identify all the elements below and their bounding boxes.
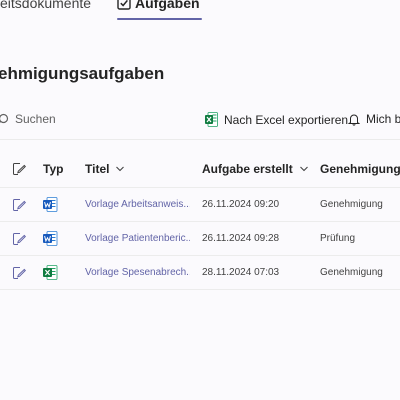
row-created: 28.11.2024 07:03 <box>202 267 280 278</box>
column-header-title-label: Titel <box>85 161 110 176</box>
chevron-down-icon <box>116 166 125 171</box>
file-type-cell <box>43 222 69 255</box>
row-created: 26.11.2024 09:28 <box>202 233 280 244</box>
page-title: ehmigungsaufgaben <box>0 64 165 83</box>
header-edit-cell <box>12 150 28 187</box>
row-title-link[interactable]: Vorlage Arbeitsanweis... <box>85 188 190 221</box>
table-row[interactable]: Vorlage Spesenabrech... 28.11.2024 07:03… <box>0 256 400 290</box>
row-title-link[interactable]: Vorlage Spesenabrech... <box>85 256 190 289</box>
row-approval-type: Genehmigung <box>320 267 383 278</box>
row-edit-button[interactable] <box>12 188 28 221</box>
tab-tasks[interactable]: Aufgaben <box>117 0 200 20</box>
column-header-created[interactable]: Aufgabe erstellt <box>202 150 310 187</box>
toolbar: Suchen Nach Excel exportieren Mich b <box>0 110 400 134</box>
column-header-created-label: Aufgabe erstellt <box>202 161 293 176</box>
chevron-down-icon <box>299 166 308 171</box>
excel-icon <box>205 112 218 127</box>
table-header-row: Typ Titel Aufgabe erstellt Genehmigungs. <box>0 150 400 188</box>
word-icon <box>43 197 58 212</box>
table-row[interactable]: Vorlage Patientenberic... 26.11.2024 09:… <box>0 222 400 256</box>
toolbar-divider <box>0 139 400 140</box>
export-excel-button[interactable]: Nach Excel exportieren <box>205 112 348 127</box>
search-box[interactable]: Suchen <box>0 112 56 126</box>
tasks-table: Typ Titel Aufgabe erstellt Genehmigungs. <box>0 150 400 290</box>
follow-label: Mich b <box>366 112 400 126</box>
bell-icon <box>348 114 360 126</box>
active-tab-indicator <box>117 18 202 20</box>
tab-documents[interactable]: eitsdokumente <box>0 0 91 11</box>
row-approval-type: Prüfung <box>320 233 356 244</box>
edit-icon <box>13 232 26 245</box>
file-type-cell <box>43 188 69 221</box>
file-type-cell <box>43 256 69 289</box>
row-edit-button[interactable] <box>12 256 28 289</box>
row-edit-button[interactable] <box>12 222 28 255</box>
row-approval-type: Genehmigung <box>320 199 383 210</box>
row-title-link[interactable]: Vorlage Patientenberic... <box>85 222 190 255</box>
row-created: 26.11.2024 09:20 <box>202 199 280 210</box>
column-header-title[interactable]: Titel <box>85 150 190 187</box>
export-excel-label: Nach Excel exportieren <box>224 112 349 127</box>
follow-button[interactable]: Mich b <box>348 112 400 126</box>
word-icon <box>43 231 58 246</box>
column-header-type[interactable]: Typ <box>43 150 69 187</box>
edit-icon <box>13 266 26 279</box>
edit-icon <box>13 198 26 211</box>
table-row[interactable]: Vorlage Arbeitsanweis... 26.11.2024 09:2… <box>0 188 400 222</box>
excel-icon <box>43 265 58 280</box>
search-input[interactable]: Suchen <box>15 112 56 126</box>
tab-tasks-label: Aufgaben <box>135 0 200 11</box>
column-header-approval[interactable]: Genehmigungs. <box>320 150 400 187</box>
edit-icon <box>13 162 26 175</box>
checkbox-icon <box>117 0 131 10</box>
search-icon <box>0 113 9 123</box>
tab-bar: eitsdokumente Aufgaben <box>0 0 400 22</box>
